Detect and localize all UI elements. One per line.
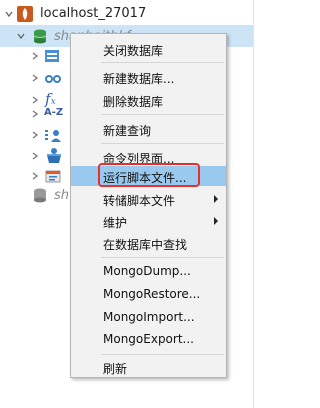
menu-separator [101, 62, 224, 63]
menu-item-label: 转储脚本文件 [103, 194, 176, 208]
navigator-panel: localhost_27017 shanhaithkf fx [0, 0, 282, 408]
menu-item-label: 新建数据库... [103, 72, 175, 86]
menu-item-dump-script[interactable]: 转储脚本文件 [71, 189, 226, 209]
menu-separator [101, 114, 224, 115]
other-database-label: sh [54, 188, 70, 203]
submenu-arrow-icon [214, 195, 218, 203]
menu-item-label: 删除数据库 [103, 95, 164, 109]
connection-label: localhost_27017 [40, 6, 147, 21]
menu-item-mongoexport[interactable]: MongoExport... [71, 329, 226, 349]
chevron-right-icon[interactable] [30, 73, 40, 83]
chevron-right-icon[interactable] [30, 171, 40, 181]
menu-separator [101, 354, 224, 355]
view-icon [44, 70, 62, 89]
menu-item-new-database[interactable]: 新建数据库... [71, 67, 226, 87]
chevron-right-icon[interactable] [30, 151, 40, 161]
menu-item-label: 关闭数据库 [103, 44, 164, 58]
chevron-right-icon[interactable] [30, 130, 40, 140]
menu-item-maintenance[interactable]: 维护 [71, 211, 226, 231]
menu-item-close-database[interactable]: 关闭数据库 [71, 39, 226, 59]
menu-item-label: 维护 [103, 216, 128, 230]
menu-item-find-in-database[interactable]: 在数据库中查找 [71, 233, 226, 253]
chevron-down-icon[interactable] [4, 9, 14, 19]
submenu-arrow-icon [214, 217, 218, 225]
menu-separator [101, 257, 224, 258]
chevron-right-icon[interactable] [30, 109, 40, 119]
menu-item-new-query[interactable]: 新建查询 [71, 119, 226, 139]
menu-item-label: 新建查询 [103, 124, 152, 138]
panel-divider [253, 0, 254, 408]
collection-icon [44, 48, 60, 67]
a-z-icon: A-Z [44, 107, 64, 118]
mongodb-leaf-icon [16, 5, 34, 26]
menu-item-label: 在数据库中查找 [103, 238, 188, 252]
chevron-down-icon[interactable] [16, 31, 26, 41]
menu-item-label: MongoImport... [103, 310, 195, 324]
annotation-highlight-box [98, 163, 200, 187]
menu-item-mongoimport[interactable]: MongoImport... [71, 307, 226, 327]
menu-separator [101, 143, 224, 144]
menu-item-refresh[interactable]: 刷新 [71, 357, 226, 377]
menu-item-mongodump[interactable]: MongoDump... [71, 261, 226, 281]
tree-item-connection[interactable]: localhost_27017 [0, 3, 253, 25]
menu-item-mongorestore[interactable]: MongoRestore... [71, 284, 226, 304]
menu-item-label: 刷新 [103, 362, 128, 376]
users-icon [44, 127, 62, 146]
database-icon [32, 187, 48, 207]
menu-item-label: MongoDump... [103, 264, 191, 278]
chevron-right-icon[interactable] [30, 51, 40, 61]
menu-item-label: MongoRestore... [103, 287, 201, 301]
context-menu: 关闭数据库 新建数据库... 删除数据库 新建查询 命令列界面... 运行脚本文… [70, 33, 227, 378]
menu-item-label: MongoExport... [103, 332, 194, 346]
menu-item-delete-database[interactable]: 删除数据库 [71, 90, 226, 110]
